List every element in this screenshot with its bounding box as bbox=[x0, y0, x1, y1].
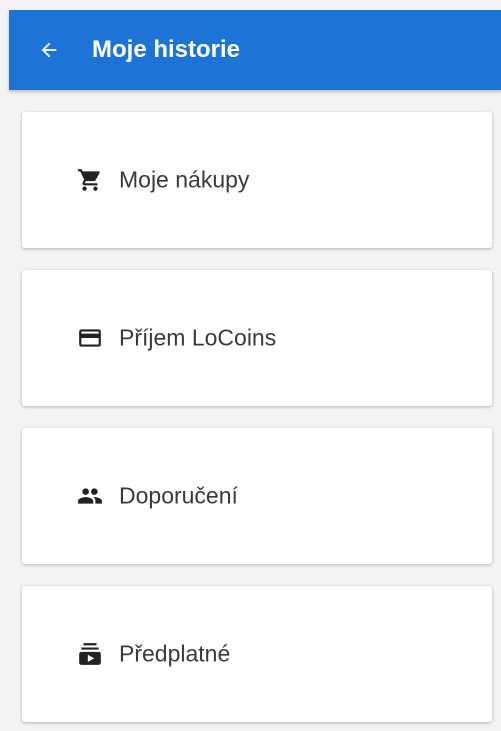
screen: Moje historie Moje nákupy Příjem LoCoins bbox=[0, 0, 501, 731]
menu-item-label: Příjem LoCoins bbox=[119, 324, 277, 351]
menu-item-locoins-income[interactable]: Příjem LoCoins bbox=[22, 270, 492, 406]
people-icon bbox=[77, 483, 103, 509]
menu-item-label: Doporučení bbox=[119, 482, 238, 509]
back-button[interactable] bbox=[31, 32, 67, 68]
menu-item-referrals[interactable]: Doporučení bbox=[22, 428, 492, 564]
page-title: Moje historie bbox=[92, 36, 241, 63]
menu-item-label: Předplatné bbox=[119, 640, 231, 667]
menu-item-purchases[interactable]: Moje nákupy bbox=[22, 112, 492, 248]
arrow-left-icon bbox=[41, 42, 57, 58]
credit-card-icon bbox=[77, 325, 103, 351]
subscriptions-icon bbox=[77, 641, 103, 667]
app-bar: Moje historie bbox=[9, 10, 501, 90]
menu-item-label: Moje nákupy bbox=[119, 166, 250, 193]
shopping-cart-icon bbox=[77, 167, 103, 193]
menu-item-subscription[interactable]: Předplatné bbox=[22, 586, 492, 722]
history-menu: Moje nákupy Příjem LoCoins Doporučení Př… bbox=[22, 112, 492, 731]
